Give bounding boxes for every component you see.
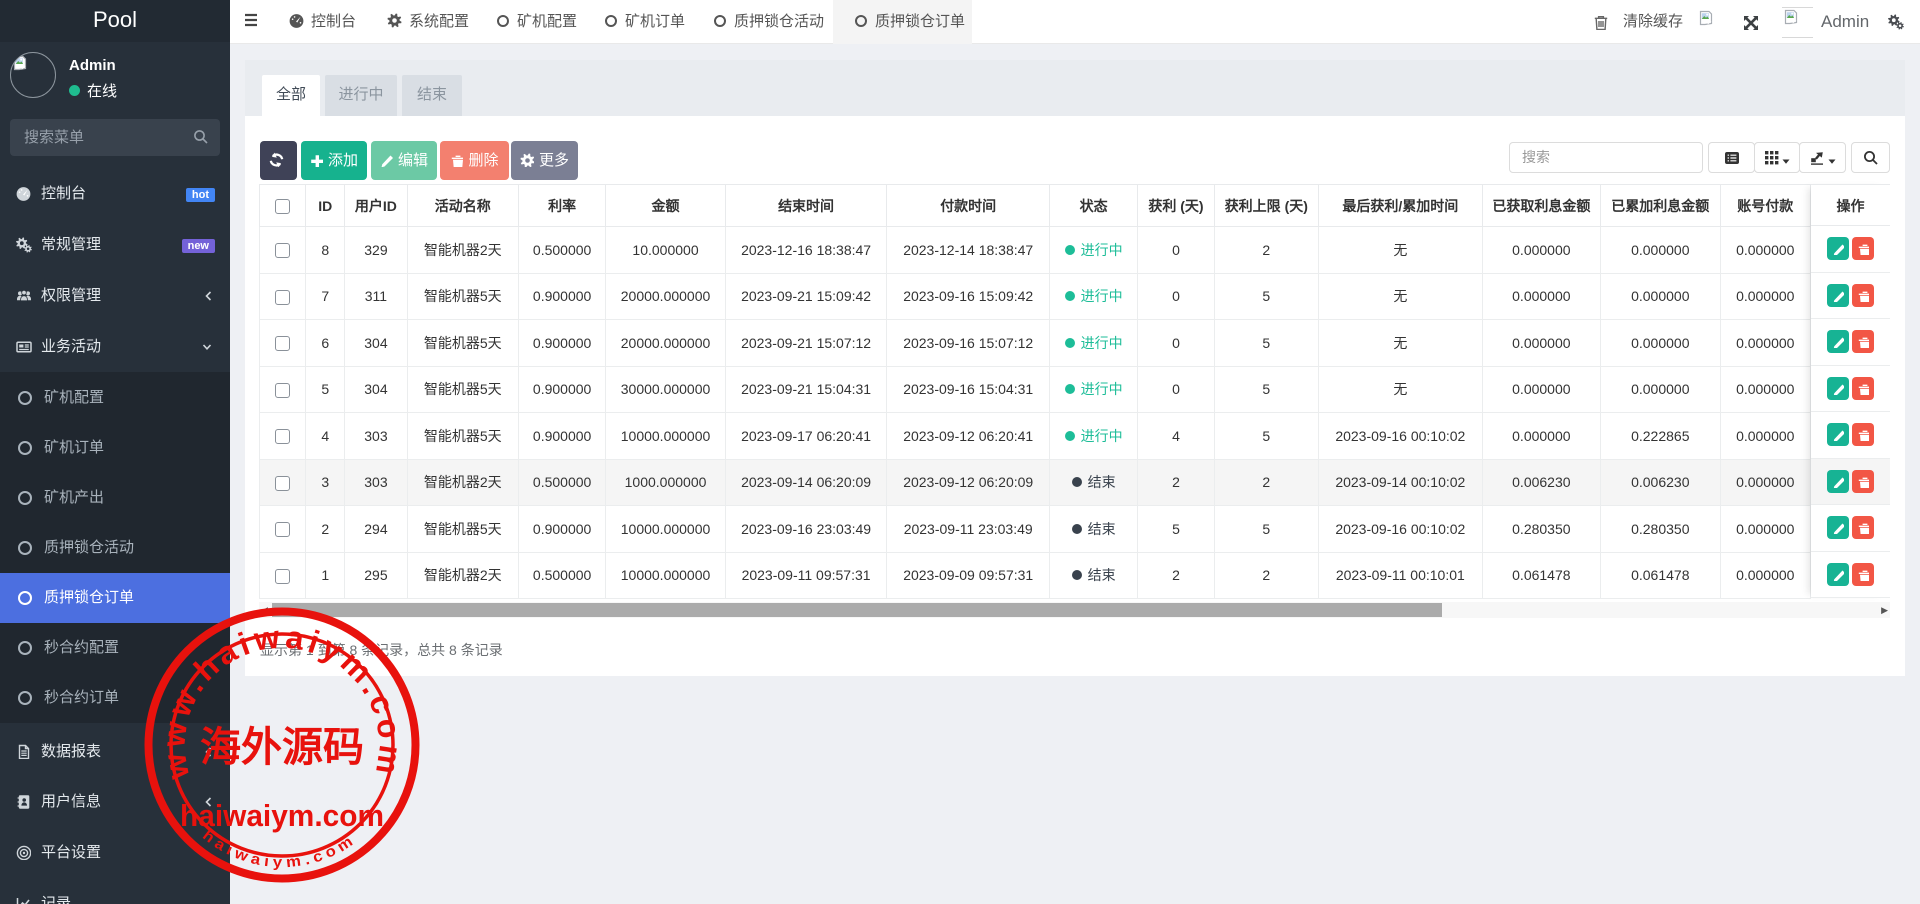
svg-text:海外源码: 海外源码 <box>200 724 364 770</box>
svg-text:haiwaiym.com: haiwaiym.com <box>180 798 384 833</box>
